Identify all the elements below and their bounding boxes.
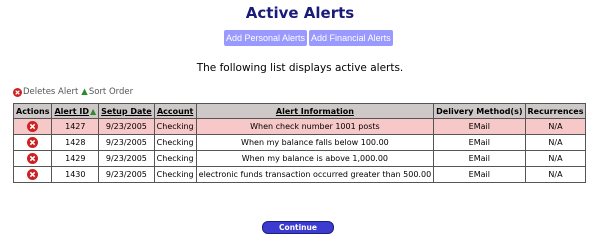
delete-icon[interactable]: [27, 169, 39, 180]
alert-id-cell: 1427: [51, 118, 100, 135]
header-account[interactable]: Account: [153, 103, 197, 119]
table-row: 1429 9/23/2005 Checking When my balance is …: [12, 150, 587, 167]
sort-arrow-icon: ▲: [89, 106, 97, 116]
sort-arrow-icon: ▲: [81, 87, 88, 97]
table-header-row: Actions Alert ID▲ Setup Date Account Ale…: [12, 103, 587, 119]
alert-information-cell: electronic funds transaction occurred gr…: [195, 166, 435, 183]
delivery-method-cell: EMail: [433, 134, 526, 151]
header-actions: Actions: [12, 103, 53, 119]
account-cell: Checking: [153, 150, 197, 167]
delete-icon: [13, 87, 22, 97]
table-row: 1428 9/23/2005 Checking When my balance fal…: [12, 134, 587, 151]
header-setup-date[interactable]: Setup Date: [98, 103, 155, 119]
legend: Deletes Alert ▲ Sort Order: [13, 87, 133, 97]
alerts-table: Actions Alert ID▲ Setup Date Account Ale…: [12, 103, 587, 183]
page-title: Active Alerts: [245, 4, 355, 22]
table-row: 1427 9/23/2005 Checking When check number 1…: [12, 118, 587, 135]
delivery-method-cell: EMail: [433, 166, 526, 183]
header-delivery-method: Delivery Method(s): [433, 103, 526, 119]
setup-date-cell: 9/23/2005: [98, 150, 155, 167]
add-financial-alerts-button[interactable]: Add Financial Alerts: [309, 30, 393, 46]
delete-cell: [12, 134, 53, 151]
alert-id-cell: 1428: [51, 134, 100, 151]
recurrences-cell: N/A: [524, 166, 587, 183]
delivery-method-cell: EMail: [433, 118, 526, 135]
delete-cell: [12, 166, 53, 183]
header-alert-id[interactable]: Alert ID▲: [51, 103, 100, 119]
account-cell: Checking: [153, 166, 197, 183]
top-button-group: Add Personal Alerts Add Financial Alerts: [224, 30, 393, 46]
header-alert-information[interactable]: Alert Information: [195, 103, 435, 119]
header-recurrences: Recurrences: [524, 103, 587, 119]
continue-button[interactable]: Continue: [262, 221, 334, 234]
delete-cell: [12, 118, 53, 135]
recurrences-cell: N/A: [524, 118, 587, 135]
table-row: 1430 9/23/2005 Checking electronic funds tr…: [12, 166, 587, 183]
setup-date-cell: 9/23/2005: [98, 134, 155, 151]
legend-delete-label: Deletes Alert: [23, 87, 79, 97]
account-cell: Checking: [153, 118, 197, 135]
setup-date-cell: 9/23/2005: [98, 166, 155, 183]
delete-icon[interactable]: [27, 153, 39, 164]
alert-information-cell: When check number 1001 posts: [195, 118, 435, 135]
account-cell: Checking: [153, 134, 197, 151]
alert-information-cell: When my balance is above 1,000.00: [195, 150, 435, 167]
delete-icon[interactable]: [27, 137, 39, 148]
alert-information-cell: When my balance falls below 100.00: [195, 134, 435, 151]
delete-cell: [12, 150, 53, 167]
add-personal-alerts-button[interactable]: Add Personal Alerts: [224, 30, 308, 46]
intro-text: The following list displays active alert…: [196, 62, 404, 74]
legend-sort-label: Sort Order: [88, 87, 134, 97]
recurrences-cell: N/A: [524, 150, 587, 167]
alert-id-cell: 1429: [51, 150, 100, 167]
setup-date-cell: 9/23/2005: [98, 118, 155, 135]
delivery-method-cell: EMail: [433, 150, 526, 167]
alert-id-cell: 1430: [51, 166, 100, 183]
delete-icon[interactable]: [27, 121, 39, 132]
recurrences-cell: N/A: [524, 134, 587, 151]
